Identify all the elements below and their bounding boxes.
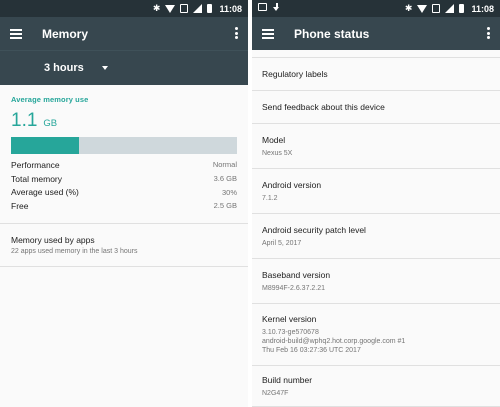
average-memory-number: 1.1	[11, 110, 38, 131]
stat-label: Performance	[11, 159, 60, 170]
average-memory-value: 1.1 GB	[11, 110, 238, 132]
list-item[interactable]: Android version 7.1.2	[252, 169, 500, 214]
signal-icon	[445, 4, 455, 13]
wifi-icon	[417, 4, 428, 13]
period-label[interactable]: 3 hours	[44, 62, 84, 74]
image-notification-icon	[258, 3, 267, 11]
memory-screen: ✱ 11:08 Memory 3 hours Average memory us…	[0, 0, 248, 407]
stat-value: 30%	[221, 187, 237, 197]
phone-status-list: Regulatory labels Send feedback about thi…	[252, 50, 500, 407]
no-sim-icon	[432, 4, 441, 13]
average-memory-section: Average memory use 1.1 GB Performance Nor…	[0, 85, 248, 213]
list-item-title: Kernel version	[262, 314, 317, 324]
no-sim-icon	[180, 4, 189, 13]
app-bar: Phone status	[252, 17, 500, 50]
overflow-menu-icon[interactable]	[235, 27, 238, 39]
phone-status-screen: ✱ 11:08 Phone status Regulatory labels Se…	[252, 0, 500, 407]
list-item-subtitle: 3.10.73-ge570678 android-build@wphq2.hot…	[262, 329, 406, 354]
memory-usage-bar	[11, 137, 237, 154]
stat-label: Total memory	[11, 173, 63, 184]
list-item-subtitle: April 5, 2017	[262, 239, 302, 247]
list-item-title: Model	[262, 134, 286, 145]
average-memory-unit: GB	[43, 118, 58, 129]
menu-icon[interactable]	[10, 28, 22, 39]
list-item[interactable]: Android security patch level April 5, 201…	[252, 214, 500, 259]
apps-item-subtitle: 22 apps used memory in the last 3 hours	[11, 247, 138, 255]
memory-used-by-apps-item[interactable]: Memory used by apps 22 apps used memory …	[0, 224, 248, 255]
divider	[0, 265, 248, 267]
list-item-title: Android security patch level	[262, 224, 366, 235]
status-bar: ✱ 11:08	[252, 0, 500, 17]
list-item-subtitle: Nexus 5X	[262, 149, 293, 157]
status-time: 11:08	[219, 3, 242, 14]
app-bar: Memory	[0, 17, 248, 50]
list-item[interactable]: Regulatory labels	[252, 58, 500, 91]
period-selector[interactable]: 3 hours	[0, 50, 248, 85]
stat-row: Total memory 3.6 GB	[11, 172, 237, 186]
menu-icon[interactable]	[262, 28, 274, 39]
stat-label: Free	[11, 200, 29, 211]
battery-icon	[207, 4, 213, 13]
status-time: 11:08	[471, 3, 494, 14]
stat-value: 3.6 GB	[213, 174, 237, 184]
bluetooth-icon: ✱	[404, 3, 413, 13]
dropdown-caret-icon[interactable]	[101, 66, 108, 70]
list-item[interactable]: Baseband version M8994F-2.6.37.2.21	[252, 259, 500, 304]
list-item-subtitle: 7.1.2	[262, 194, 278, 202]
stat-row: Performance Normal	[11, 158, 237, 172]
battery-icon	[459, 4, 465, 13]
list-item-title: Baseband version	[262, 269, 331, 280]
page-title: Phone status	[294, 26, 370, 41]
page-title: Memory	[42, 26, 89, 41]
download-icon	[273, 3, 280, 12]
list-item-title: Regulatory labels	[262, 69, 328, 79]
signal-icon	[193, 4, 203, 13]
apps-item-title: Memory used by apps	[11, 234, 95, 245]
list-item[interactable]: Build number N2G47F	[252, 366, 500, 407]
bluetooth-icon: ✱	[152, 3, 161, 13]
list-item-title: Send feedback about this device	[262, 102, 385, 112]
status-bar: ✱ 11:08	[0, 0, 248, 17]
list-item[interactable]: Kernel version 3.10.73-ge570678 android-b…	[252, 304, 500, 366]
list-item[interactable]: Send feedback about this device	[252, 91, 500, 124]
memory-usage-bar-fill	[11, 137, 79, 154]
list-item-title: Build number	[262, 374, 313, 385]
stat-value: Normal	[212, 160, 237, 170]
stat-row: Free 2.5 GB	[11, 199, 237, 213]
stat-value: 2.5 GB	[213, 201, 237, 211]
wifi-icon	[165, 4, 176, 13]
list-item-title: Android version	[262, 179, 322, 190]
list-top-spacer	[252, 50, 500, 58]
stat-label: Average used (%)	[11, 187, 79, 198]
average-memory-label: Average memory use	[11, 95, 89, 104]
list-item[interactable]: Model Nexus 5X	[252, 124, 500, 169]
stat-row: Average used (%) 30%	[11, 185, 237, 199]
memory-stats: Performance Normal Total memory 3.6 GB Avera…	[11, 158, 237, 213]
list-item-subtitle: N2G47F	[262, 389, 289, 397]
list-item-subtitle: M8994F-2.6.37.2.21	[262, 284, 326, 292]
overflow-menu-icon[interactable]	[487, 27, 490, 39]
